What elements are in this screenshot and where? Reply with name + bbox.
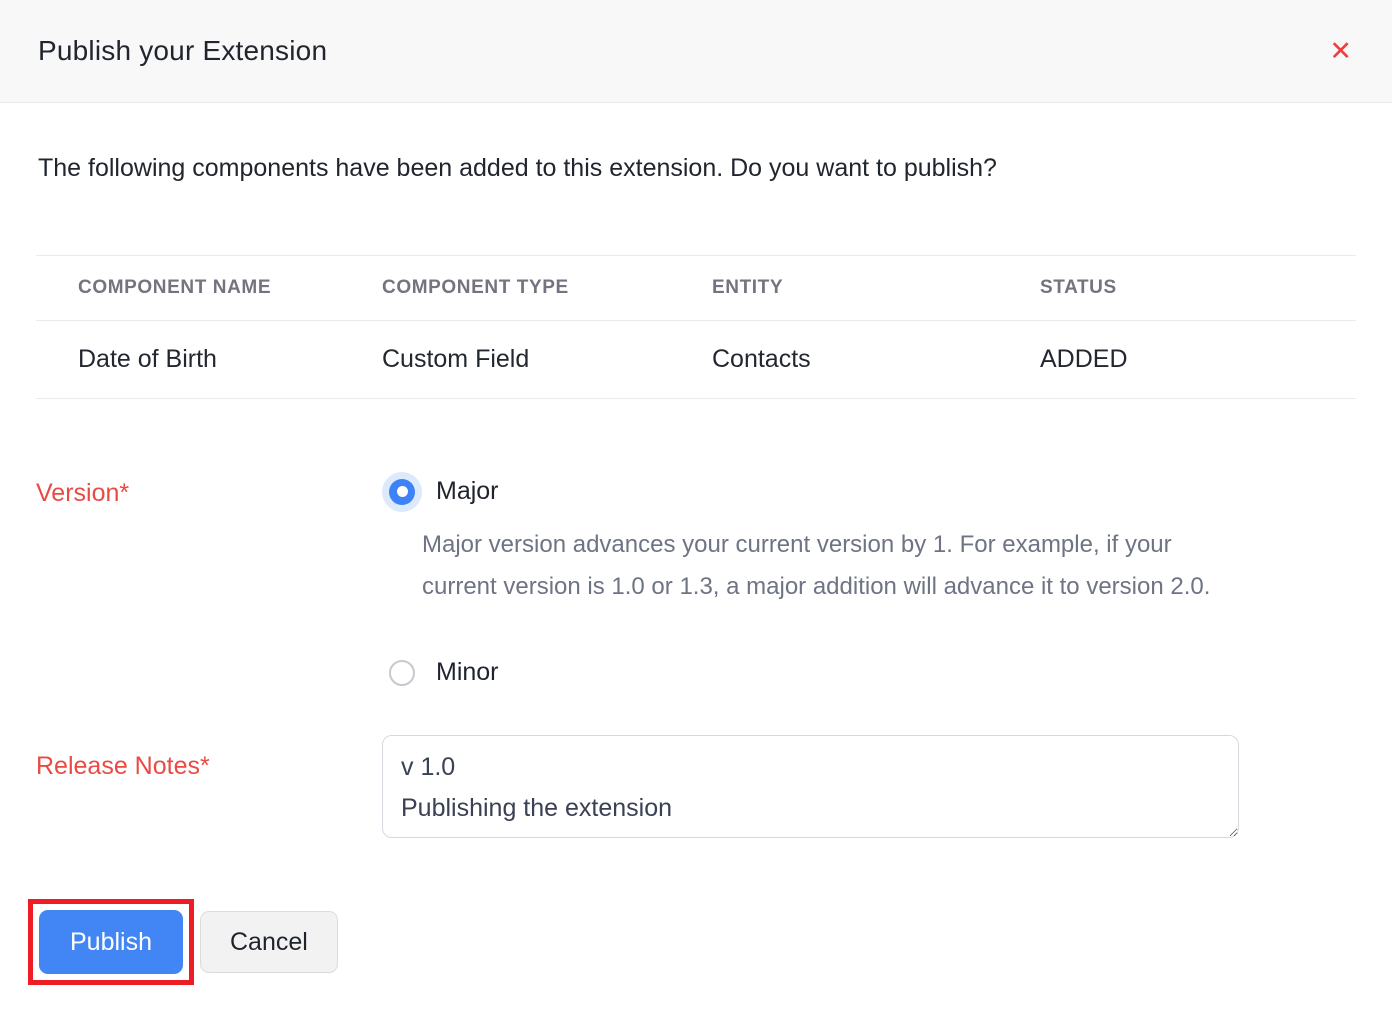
cancel-button[interactable]: Cancel bbox=[200, 911, 338, 973]
major-version-description: Major version advances your current vers… bbox=[422, 524, 1242, 608]
cell-component-type: Custom Field bbox=[382, 345, 712, 374]
column-header-status: STATUS bbox=[1040, 277, 1356, 299]
version-label: Version* bbox=[36, 477, 382, 687]
dialog-title: Publish your Extension bbox=[38, 35, 327, 67]
cell-entity: Contacts bbox=[712, 345, 1040, 374]
intro-text: The following components have been added… bbox=[38, 154, 1354, 183]
dialog-header: Publish your Extension ✕ bbox=[0, 0, 1392, 103]
red-highlight-annotation: Publish bbox=[28, 899, 194, 985]
table-row: Date of Birth Custom Field Contacts ADDE… bbox=[36, 320, 1356, 398]
cell-component-name: Date of Birth bbox=[36, 345, 382, 374]
release-notes-label: Release Notes* bbox=[36, 735, 382, 843]
release-notes-field-row: Release Notes* v 1.0 Publishing the exte… bbox=[0, 735, 1392, 843]
release-notes-textarea[interactable]: v 1.0 Publishing the extension bbox=[382, 735, 1239, 838]
close-icon[interactable]: ✕ bbox=[1329, 38, 1352, 65]
radio-unselected-icon[interactable] bbox=[389, 660, 415, 686]
radio-selected-icon[interactable] bbox=[389, 479, 415, 505]
dialog-actions: Publish Cancel bbox=[28, 899, 1392, 985]
column-header-component-type: COMPONENT TYPE bbox=[382, 277, 712, 299]
column-header-entity: ENTITY bbox=[712, 277, 1040, 299]
table-header-row: COMPONENT NAME COMPONENT TYPE ENTITY STA… bbox=[36, 256, 1356, 320]
publish-extension-dialog: Publish your Extension ✕ The following c… bbox=[0, 0, 1392, 985]
major-option-label: Major bbox=[436, 477, 499, 506]
components-table: COMPONENT NAME COMPONENT TYPE ENTITY STA… bbox=[36, 255, 1356, 399]
radio-option-major[interactable]: Major bbox=[382, 477, 1356, 506]
column-header-component-name: COMPONENT NAME bbox=[36, 277, 382, 299]
version-field-row: Version* Major Major version advances yo… bbox=[0, 477, 1392, 687]
publish-button[interactable]: Publish bbox=[39, 910, 183, 974]
version-options: Major Major version advances your curren… bbox=[382, 477, 1356, 687]
cell-status: ADDED bbox=[1040, 345, 1356, 374]
minor-option-label: Minor bbox=[436, 658, 499, 687]
radio-option-minor[interactable]: Minor bbox=[382, 658, 1356, 687]
